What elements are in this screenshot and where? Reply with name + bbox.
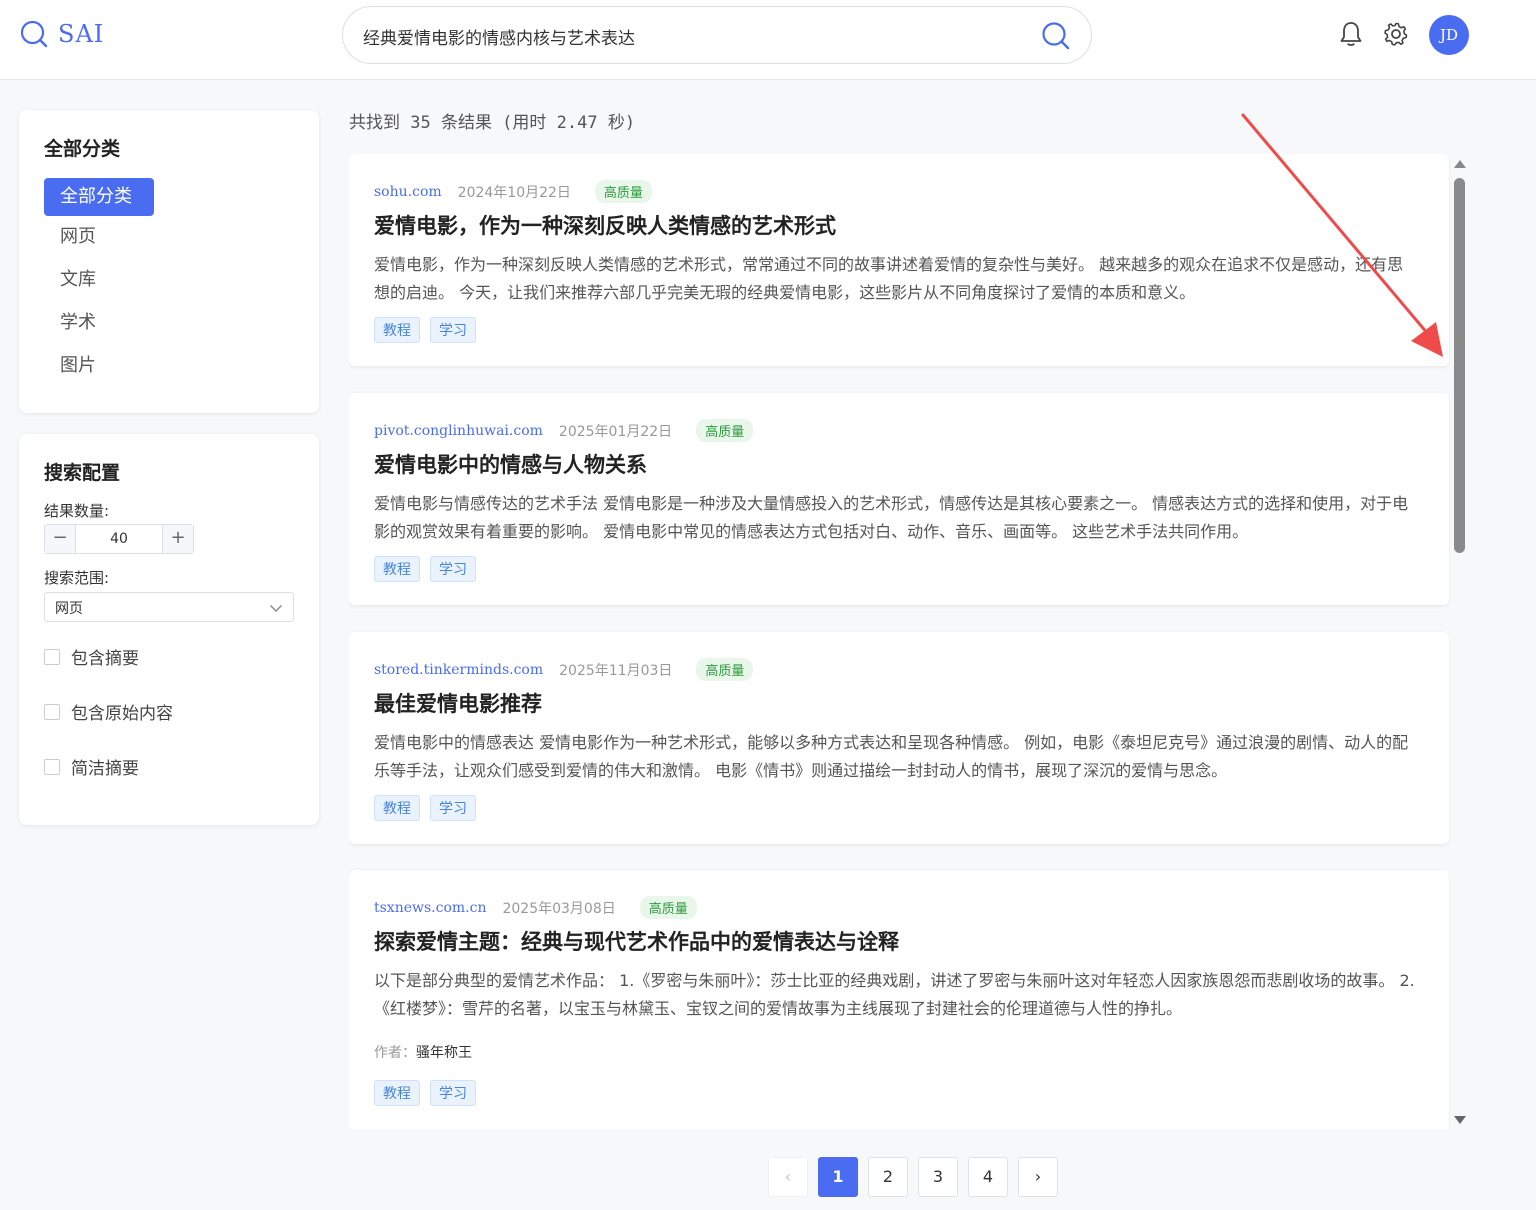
result-tags: 教程 学习	[374, 795, 476, 821]
logo[interactable]: SAI	[20, 20, 104, 48]
result-meta: pivot.conglinhuwai.com 2025年01月22日 高质量	[374, 419, 754, 442]
result-count-stepper: − 40 +	[44, 524, 194, 554]
category-academic[interactable]: 学术	[44, 304, 154, 342]
result-count-value[interactable]: 40	[75, 525, 163, 553]
tag[interactable]: 学习	[430, 795, 476, 821]
result-domain[interactable]: tsxnews.com.cn	[374, 900, 486, 916]
result-card: sohu.com 2024年10月22日 高质量 爱情电影，作为一种深刻反映人类…	[349, 154, 1449, 366]
result-tags: 教程 学习	[374, 317, 476, 343]
result-count-label: 结果数量:	[44, 502, 110, 520]
increment-button[interactable]: +	[163, 525, 193, 553]
checkbox-label: 简洁摘要	[71, 759, 139, 779]
result-tags: 教程 学习	[374, 1080, 476, 1106]
search-config-panel: 搜索配置 结果数量: − 40 + 搜索范围: 网页 包含摘要 包含原始内容 简…	[19, 434, 319, 825]
category-all[interactable]: 全部分类	[44, 178, 154, 216]
result-meta: stored.tinkerminds.com 2025年11月03日 高质量	[374, 658, 754, 681]
author-name: 骚年称王	[416, 1045, 472, 1061]
result-snippet: 爱情电影中的情感表达 爱情电影作为一种艺术形式，能够以多种方式表达和呈现各种情感…	[374, 733, 1409, 780]
result-title[interactable]: 最佳爱情电影推荐	[374, 688, 542, 718]
page-3-button[interactable]: 3	[918, 1157, 958, 1197]
result-domain[interactable]: stored.tinkerminds.com	[374, 662, 543, 678]
checkbox-include-raw-content[interactable]: 包含原始内容	[44, 699, 173, 724]
search-icon[interactable]	[1041, 21, 1071, 51]
page-4-button[interactable]: 4	[968, 1157, 1008, 1197]
tag[interactable]: 学习	[430, 556, 476, 582]
results-list: sohu.com 2024年10月22日 高质量 爱情电影，作为一种深刻反映人类…	[349, 154, 1450, 1129]
quality-badge: 高质量	[639, 896, 697, 919]
quality-badge: 高质量	[696, 658, 754, 681]
result-date: 2025年01月22日	[558, 423, 673, 440]
tag[interactable]: 教程	[374, 795, 420, 821]
tag[interactable]: 学习	[430, 317, 476, 343]
tag[interactable]: 学习	[430, 1080, 476, 1106]
checkbox[interactable]	[44, 703, 60, 720]
chevron-left-icon: ‹	[784, 1167, 792, 1186]
search-input[interactable]	[363, 24, 1023, 48]
checkbox-label: 包含原始内容	[71, 704, 173, 724]
result-domain[interactable]: sohu.com	[374, 184, 442, 200]
checkbox-label: 包含摘要	[71, 649, 139, 669]
scope-select-value: 网页	[55, 601, 83, 617]
result-domain[interactable]: pivot.conglinhuwai.com	[374, 423, 543, 439]
checkbox-concise-summary[interactable]: 简洁摘要	[44, 754, 139, 779]
scroll-up-arrow-icon[interactable]	[1454, 160, 1466, 168]
result-card: pivot.conglinhuwai.com 2025年01月22日 高质量 爱…	[349, 393, 1449, 605]
chevron-right-icon: ›	[1034, 1167, 1042, 1186]
result-author: 作者：骚年称王	[374, 1042, 472, 1062]
tag[interactable]: 教程	[374, 556, 420, 582]
result-snippet: 爱情电影，作为一种深刻反映人类情感的艺术形式，常常通过不同的故事讲述着爱情的复杂…	[374, 255, 1404, 302]
scope-label: 搜索范围:	[44, 569, 110, 587]
scroll-down-arrow-icon[interactable]	[1454, 1116, 1466, 1124]
checkbox[interactable]	[44, 648, 60, 665]
result-title[interactable]: 探索爱情主题：经典与现代艺术作品中的爱情表达与诠释	[374, 926, 899, 956]
result-card: tsxnews.com.cn 2025年03月08日 高质量 探索爱情主题：经典…	[349, 870, 1449, 1129]
results-summary: 共找到 35 条结果 (用时 2.47 秒)	[349, 113, 636, 133]
top-header: SAI JD	[0, 0, 1536, 80]
search-bar	[342, 6, 1092, 64]
avatar[interactable]: JD	[1429, 15, 1469, 55]
tag[interactable]: 教程	[374, 317, 420, 343]
result-date: 2025年11月03日	[559, 662, 673, 679]
categories-panel: 全部分类 全部分类 网页 文库 学术 图片	[19, 110, 319, 413]
decrement-button[interactable]: −	[45, 525, 75, 553]
tag[interactable]: 教程	[374, 1080, 420, 1106]
result-meta: tsxnews.com.cn 2025年03月08日 高质量	[374, 896, 697, 919]
chevron-down-icon	[270, 605, 282, 612]
result-title[interactable]: 爱情电影，作为一种深刻反映人类情感的艺术形式	[374, 210, 836, 240]
pagination: ‹ 1 2 3 4 ›	[768, 1157, 1058, 1197]
quality-badge: 高质量	[594, 180, 652, 203]
page-2-button[interactable]: 2	[868, 1157, 908, 1197]
result-tags: 教程 学习	[374, 556, 476, 582]
results-scrollbar[interactable]	[1452, 156, 1468, 1128]
checkbox-include-summary[interactable]: 包含摘要	[44, 644, 139, 669]
quality-badge: 高质量	[696, 419, 754, 442]
config-title: 搜索配置	[44, 462, 121, 484]
result-snippet: 以下是部分典型的爱情艺术作品： 1.《罗密与朱丽叶》：莎士比亚的经典戏剧，讲述了…	[374, 971, 1415, 1018]
category-library[interactable]: 文库	[44, 261, 154, 299]
gear-icon[interactable]	[1383, 20, 1409, 48]
category-images[interactable]: 图片	[44, 347, 154, 385]
result-snippet: 爱情电影与情感传达的艺术手法 爱情电影是一种涉及大量情感投入的艺术形式，情感传达…	[374, 494, 1409, 541]
result-meta: sohu.com 2024年10月22日 高质量	[374, 180, 652, 203]
bell-icon[interactable]	[1338, 20, 1364, 48]
checkbox[interactable]	[44, 758, 60, 775]
author-label: 作者：	[374, 1045, 416, 1061]
scrollbar-thumb[interactable]	[1454, 178, 1465, 553]
result-date: 2024年10月22日	[457, 184, 571, 201]
result-card: stored.tinkerminds.com 2025年11月03日 高质量 最…	[349, 632, 1449, 844]
next-page-button[interactable]: ›	[1018, 1157, 1058, 1197]
logo-text: SAI	[58, 20, 105, 48]
category-web[interactable]: 网页	[44, 218, 154, 256]
result-date: 2025年03月08日	[502, 900, 616, 917]
page-1-button[interactable]: 1	[818, 1157, 858, 1197]
prev-page-button[interactable]: ‹	[768, 1157, 808, 1197]
scope-select[interactable]: 网页	[44, 592, 294, 622]
categories-title: 全部分类	[44, 138, 121, 160]
result-title[interactable]: 爱情电影中的情感与人物关系	[374, 449, 647, 479]
logo-search-icon	[20, 20, 48, 48]
